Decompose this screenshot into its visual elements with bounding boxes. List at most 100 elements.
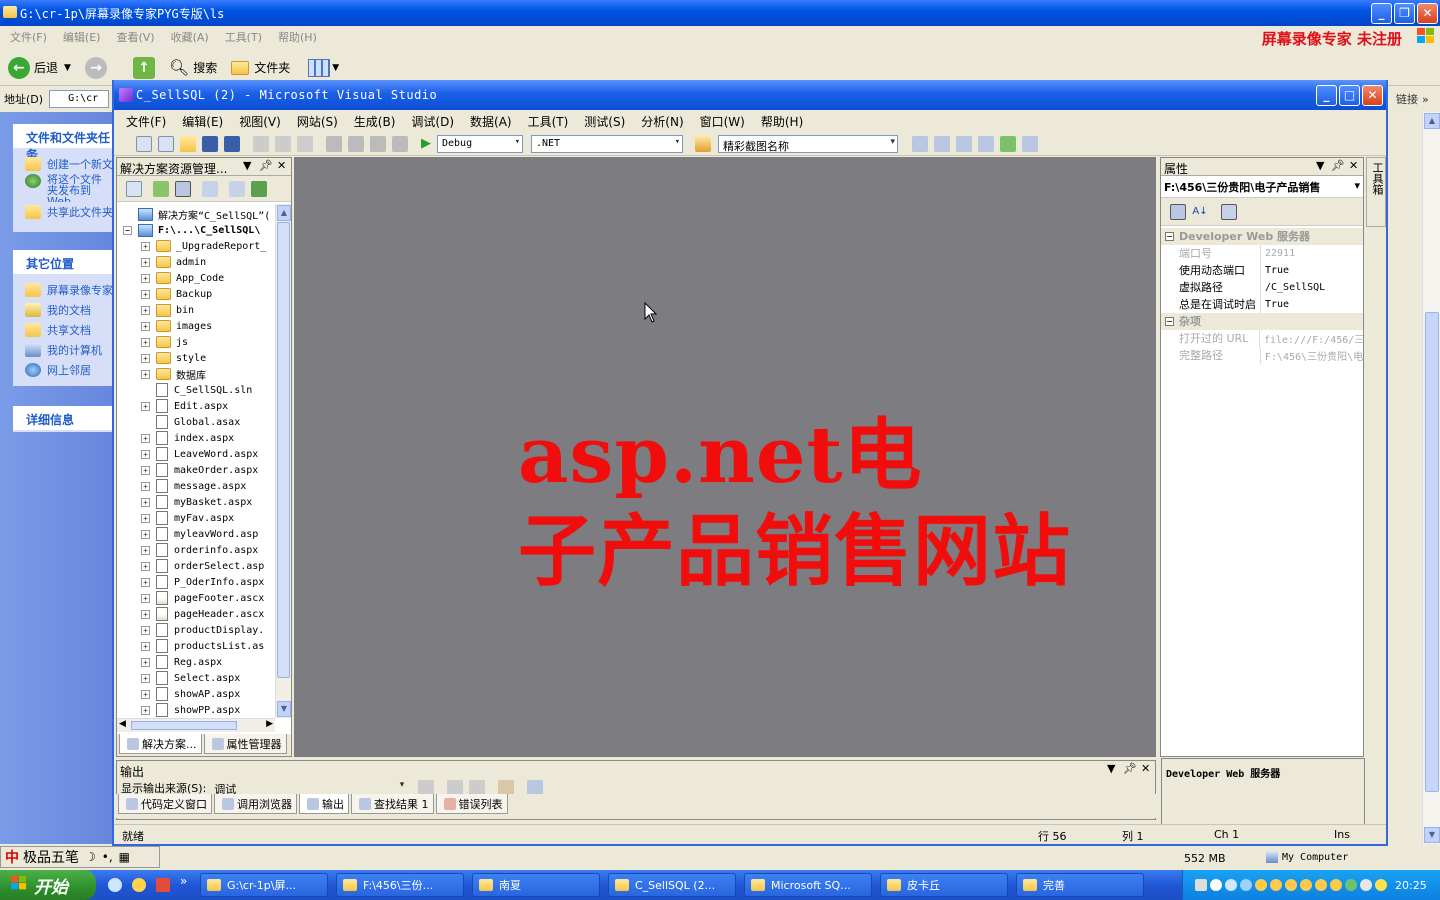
menu-edit[interactable]: 编辑(E) <box>63 29 101 45</box>
categorized-icon[interactable] <box>1170 203 1186 220</box>
scroll-down-button[interactable]: ▼ <box>277 701 291 717</box>
views-button[interactable]: ▼ <box>308 58 339 77</box>
tree-item[interactable]: + Reg.aspx <box>141 654 222 670</box>
soft-keyboard-icon[interactable]: ▦ <box>119 850 130 864</box>
tab-find-results[interactable]: 查找结果 1 <box>351 794 434 814</box>
vs-menu-tools[interactable]: 工具(T) <box>528 113 569 130</box>
forward-button[interactable]: → <box>84 56 111 79</box>
expand-icon[interactable]: + <box>141 609 150 619</box>
chevron-down-icon[interactable]: ▼ <box>243 159 251 172</box>
pin-icon[interactable]: 📌︎ <box>1331 159 1345 172</box>
close-icon[interactable]: ✕ <box>1349 159 1358 172</box>
taskbar-button[interactable]: Microsoft SQ... <box>744 873 872 897</box>
tree-item[interactable]: + productsList.as <box>141 638 264 654</box>
up-folder-button[interactable]: ↑ <box>132 56 159 79</box>
solution-explorer-horizontal-scrollbar[interactable]: ◀ ▶ <box>117 718 275 732</box>
properties-window-icon[interactable] <box>934 135 950 152</box>
task-publish-web[interactable]: 将这个文件夹发布到 Web <box>13 174 112 202</box>
menu-tools[interactable]: 工具(T) <box>225 29 262 45</box>
tray-icon[interactable] <box>1225 879 1237 891</box>
tree-item[interactable]: + images <box>141 318 212 334</box>
place-recorder[interactable]: 屏幕录像专家 <box>13 280 112 300</box>
vs-menu-data[interactable]: 数据(A) <box>470 113 512 130</box>
tree-item[interactable]: + myleavWord.asp <box>141 526 258 542</box>
network-tray-icon[interactable] <box>1195 879 1207 891</box>
place-network[interactable]: 网上邻居 <box>13 360 112 380</box>
vs-menu-help[interactable]: 帮助(H) <box>761 113 803 130</box>
expand-icon[interactable]: + <box>141 497 150 507</box>
tree-item[interactable]: + App_Code <box>141 270 224 286</box>
chevron-down-icon[interactable]: ▼ <box>1107 762 1115 775</box>
tree-item[interactable]: + 数据库 <box>141 366 206 382</box>
property-value[interactable]: /C_SellSQL <box>1261 282 1325 293</box>
tree-item[interactable]: + message.aspx <box>141 478 246 494</box>
tree-item[interactable]: + makeOrder.aspx <box>141 462 258 478</box>
solution-explorer-icon[interactable] <box>912 135 928 152</box>
tree-item[interactable]: C_SellSQL.sln <box>141 382 252 398</box>
expand-icon[interactable]: + <box>141 401 150 411</box>
tree-item[interactable]: + pageHeader.ascx <box>141 606 264 622</box>
close-button[interactable]: ✕ <box>1417 3 1438 24</box>
tree-item[interactable]: + orderSelect.asp <box>141 558 264 574</box>
restore-button[interactable]: ❐ <box>1394 3 1415 24</box>
close-icon[interactable]: ✕ <box>1141 762 1150 775</box>
ime-logo-icon[interactable]: 中 <box>5 847 19 867</box>
expand-icon[interactable]: + <box>141 545 150 555</box>
view-code-icon[interactable] <box>202 180 218 197</box>
scroll-up-button[interactable]: ▲ <box>277 205 291 221</box>
tree-item[interactable]: + style <box>141 350 206 366</box>
vs-menu-window[interactable]: 窗口(W) <box>700 113 745 130</box>
refresh-icon[interactable] <box>153 180 169 197</box>
taskbar-button[interactable]: F:\456\三份... <box>336 873 464 897</box>
collapse-icon[interactable]: − <box>1165 232 1174 241</box>
vs-menu-view[interactable]: 视图(V) <box>239 113 281 130</box>
tree-item[interactable]: Global.asax <box>141 414 240 430</box>
tree-item[interactable]: + index.aspx <box>141 430 234 446</box>
scroll-right-button[interactable]: ▶ <box>266 719 273 729</box>
place-shared-documents[interactable]: 共享文档 <box>13 320 112 340</box>
tree-item[interactable]: + pageFooter.ascx <box>141 590 264 606</box>
vs-maximize-button[interactable]: □ <box>1339 85 1360 106</box>
property-category-misc[interactable]: − 杂项 <box>1161 313 1363 330</box>
redo-icon[interactable] <box>348 135 364 152</box>
menu-file[interactable]: 文件(F) <box>10 29 47 45</box>
tray-icon[interactable] <box>1240 879 1252 891</box>
find-in-files-icon[interactable] <box>695 135 711 152</box>
scroll-thumb[interactable] <box>131 721 237 730</box>
scroll-down-button[interactable]: ▼ <box>1424 827 1440 843</box>
expand-icon[interactable]: + <box>141 257 150 267</box>
navigate-forward-icon[interactable] <box>392 135 408 152</box>
group-title[interactable]: 文件和文件夹任务 <box>13 124 112 162</box>
start-debugging-icon[interactable]: ▶ <box>421 136 431 151</box>
property-category-dev-server[interactable]: − Developer Web 服务器 <box>1161 228 1363 245</box>
solution-explorer-vertical-scrollbar[interactable]: ▲ ▼ <box>275 204 291 718</box>
copy-website-icon[interactable] <box>229 180 245 197</box>
pin-icon[interactable]: 📌︎ <box>259 159 273 172</box>
vs-menu-build[interactable]: 生成(B) <box>354 113 396 130</box>
vs-menu-analyze[interactable]: 分析(N) <box>641 113 683 130</box>
tab-code-definition[interactable]: 代码定义窗口 <box>118 794 212 814</box>
property-row[interactable]: 完整路径 F:\456\三份贵阳\电 <box>1161 347 1363 364</box>
scroll-thumb[interactable] <box>277 222 290 678</box>
property-value[interactable]: file:///F:/456/三 <box>1260 331 1363 346</box>
tree-item[interactable]: + productDisplay. <box>141 622 264 638</box>
scroll-up-button[interactable]: ▲ <box>1424 113 1440 129</box>
expand-icon[interactable]: + <box>141 577 150 587</box>
vs-menu-test[interactable]: 测试(S) <box>584 113 625 130</box>
tab-output[interactable]: 输出 <box>299 794 349 814</box>
property-row[interactable]: 端口号 22911 <box>1161 245 1363 262</box>
expand-icon[interactable]: + <box>141 433 150 443</box>
expand-icon[interactable]: + <box>141 321 150 331</box>
start-page-icon[interactable] <box>1000 135 1016 152</box>
minimize-button[interactable]: _ <box>1371 3 1392 24</box>
alphabetical-icon[interactable]: A↓ <box>1192 203 1208 220</box>
collapse-icon[interactable]: − <box>1165 317 1174 326</box>
expand-icon[interactable]: + <box>141 337 150 347</box>
paste-icon[interactable] <box>297 135 313 152</box>
vs-menu-file[interactable]: 文件(F) <box>126 113 166 130</box>
tree-item[interactable]: + Select.aspx <box>141 670 240 686</box>
group-title[interactable]: 详细信息 <box>13 406 112 430</box>
tree-item[interactable]: + showPP.aspx <box>141 702 240 718</box>
tree-project-node[interactable]: − F:\...\C_SellSQL\ <box>123 222 260 238</box>
chevron-down-icon[interactable]: ▼ <box>1316 159 1324 172</box>
